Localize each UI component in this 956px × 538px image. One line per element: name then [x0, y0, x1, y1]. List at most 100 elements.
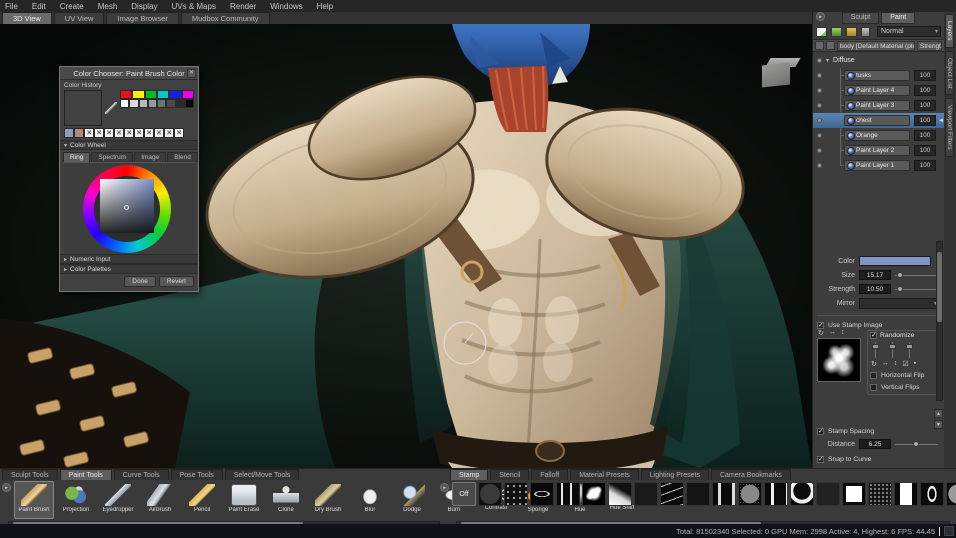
menu-item[interactable]: UVs & Maps [172, 2, 216, 11]
horizontal-flip-checkbox[interactable] [870, 371, 877, 379]
layer-opacity-value[interactable]: 100 [914, 85, 936, 96]
layer-paint-indicator[interactable] [817, 133, 822, 138]
layer-row[interactable]: Paint Layer 4 100 [813, 83, 944, 98]
tool-button[interactable]: Pencil [182, 481, 222, 519]
scroll-up-icon[interactable]: ▲ [934, 409, 943, 418]
empty-history-slot[interactable]: ✕ [84, 128, 94, 138]
empty-history-slot[interactable]: ✕ [114, 128, 124, 138]
layer-paint-indicator[interactable] [817, 148, 822, 153]
panel-scrollbar[interactable] [936, 241, 943, 401]
layer-paint-indicator[interactable] [817, 88, 822, 93]
layer-row[interactable]: Paint Layer 3 100 [813, 98, 944, 113]
stamp-thumbnail[interactable] [504, 482, 528, 506]
side-tab[interactable]: Viewport Filters [945, 98, 954, 157]
layer-paint-indicator[interactable] [817, 118, 822, 123]
stamp-transform-icon[interactable]: ↔ [829, 329, 836, 337]
tool-button[interactable]: Dry Brush [308, 481, 348, 519]
tool-button[interactable]: Blur [350, 481, 390, 519]
randomize-axis-icon[interactable]: ☑ [902, 360, 908, 368]
strength-input[interactable]: 10.50 [859, 284, 891, 294]
delete-layer-icon[interactable] [831, 26, 842, 37]
stamp-thumbnail[interactable] [764, 482, 788, 506]
palette-swatch[interactable] [169, 90, 182, 99]
view-tab[interactable]: 3D View [2, 12, 52, 24]
layer-row[interactable]: Paint Layer 1 100 [813, 158, 944, 173]
view-tab[interactable]: UV View [53, 12, 105, 24]
layer-paint-indicator[interactable] [817, 163, 822, 168]
palette-swatch[interactable] [138, 99, 148, 108]
stamp-thumbnail[interactable] [478, 482, 502, 506]
stamp-thumbnail[interactable] [608, 482, 632, 506]
empty-history-slot[interactable]: ✕ [94, 128, 104, 138]
layer-opacity-value[interactable]: 100 [914, 115, 936, 126]
tool-tray-tab[interactable]: Select/Move Tools [224, 469, 300, 480]
stamp-thumbnail[interactable] [712, 482, 736, 506]
palette-swatch[interactable] [132, 90, 145, 99]
wheel-tab[interactable]: Spectrum [91, 152, 134, 162]
tool-button[interactable]: Airbrush [140, 481, 180, 519]
tool-tray-flyout-icon[interactable]: ▸ [2, 483, 11, 492]
menu-item[interactable]: Render [230, 2, 256, 11]
empty-history-slot[interactable]: ✕ [104, 128, 114, 138]
layer-row[interactable]: chest 100 [813, 113, 944, 128]
scroll-down-icon[interactable]: ▼ [934, 420, 943, 429]
menu-item[interactable]: Edit [32, 2, 46, 11]
stamp-spacing-checkbox[interactable] [817, 427, 824, 435]
palette-swatch[interactable] [120, 90, 133, 99]
color-cursor[interactable] [124, 205, 129, 210]
import-layer-icon[interactable] [846, 26, 857, 37]
palette-swatch[interactable] [129, 99, 139, 108]
panel-tab[interactable]: Paint [881, 12, 916, 24]
empty-history-slot[interactable]: ✕ [154, 128, 164, 138]
layer-paint-indicator[interactable] [817, 103, 822, 108]
menu-item[interactable]: Windows [270, 2, 302, 11]
slider-knob[interactable] [897, 286, 903, 292]
stamp-transform-icon[interactable]: ↕ [841, 329, 845, 337]
color-wheel-section[interactable]: Color Wheel [60, 140, 198, 150]
stamp-tray-flyout-icon[interactable]: ▸ [440, 483, 449, 492]
palette-swatch[interactable] [144, 90, 157, 99]
randomize-vertical-slider[interactable] [906, 342, 914, 358]
palette-swatch[interactable] [181, 90, 194, 99]
stamp-transform-icon[interactable]: ↻ [818, 329, 824, 337]
size-input[interactable]: 15.17 [859, 270, 891, 280]
done-button[interactable]: Done [124, 276, 156, 287]
empty-history-slot[interactable]: ✕ [144, 128, 154, 138]
view-tab[interactable]: Image Browser [106, 12, 179, 24]
palette-swatch[interactable] [147, 99, 157, 108]
tool-button[interactable]: Projection [56, 481, 96, 519]
current-color-swatch[interactable] [64, 90, 102, 126]
empty-history-slot[interactable]: ✕ [174, 128, 184, 138]
tool-button[interactable]: Paint Brush [14, 481, 54, 519]
randomize-horizontal-slider[interactable] [889, 342, 897, 358]
palette-swatch[interactable] [175, 99, 185, 108]
empty-history-slot[interactable]: ✕ [124, 128, 134, 138]
stamp-tray-tab[interactable]: Material Presets [570, 469, 639, 480]
wheel-tab[interactable]: Image [134, 152, 167, 162]
menu-item[interactable]: File [5, 2, 18, 11]
randomize-axis-icon[interactable]: ↕ [894, 360, 898, 368]
layer-opacity-value[interactable]: 100 [914, 100, 936, 111]
stamp-thumbnail[interactable] [842, 482, 866, 506]
tool-button[interactable]: Eyedropper [98, 481, 138, 519]
revert-button[interactable]: Revert [158, 276, 194, 287]
color-palettes-section[interactable]: Color Palettes [60, 264, 198, 274]
mirror-dropdown[interactable] [859, 297, 940, 309]
tool-button[interactable]: Clone [266, 481, 306, 519]
empty-history-slot[interactable]: ✕ [164, 128, 174, 138]
collapse-icon[interactable] [826, 57, 829, 64]
randomize-rotate-slider[interactable] [872, 342, 880, 358]
saturation-value-square[interactable] [100, 179, 154, 233]
menu-item[interactable]: Create [60, 2, 84, 11]
tool-tray-tab[interactable]: Pose Tools [170, 469, 223, 480]
stamp-thumbnail[interactable] [894, 482, 918, 506]
palette-swatch[interactable] [157, 99, 167, 108]
empty-history-slot[interactable]: ✕ [134, 128, 144, 138]
eyedropper-icon[interactable] [105, 102, 117, 114]
palette-swatch[interactable] [120, 99, 130, 108]
tool-tray-tab[interactable]: Curve Tools [113, 469, 169, 480]
numeric-input-section[interactable]: Numeric Input [60, 254, 198, 264]
layer-opacity-value[interactable]: 100 [914, 130, 936, 141]
randomize-axis-icon[interactable]: ▪ [914, 360, 916, 368]
slider-knob[interactable] [913, 441, 919, 447]
